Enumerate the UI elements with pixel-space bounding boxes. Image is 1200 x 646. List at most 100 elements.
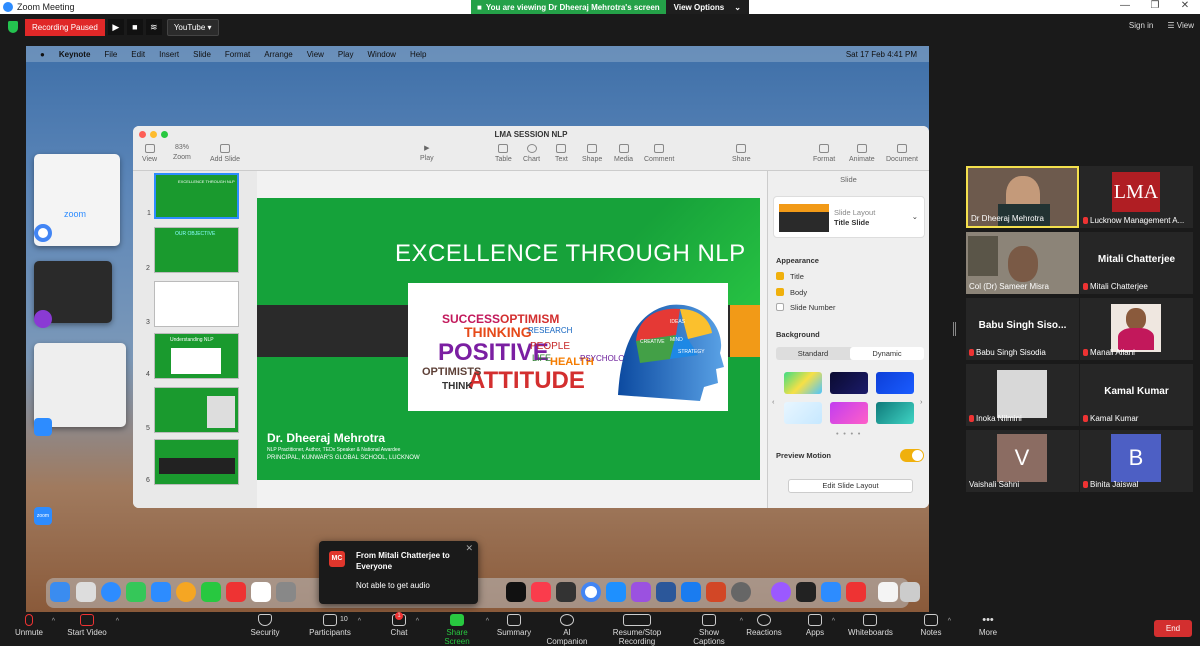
tool-zoom[interactable]: 83% Zoom bbox=[173, 144, 191, 161]
tool-view[interactable]: View bbox=[142, 144, 157, 163]
menu-window[interactable]: Window bbox=[367, 50, 395, 59]
recording-control-button[interactable]: Resume/Stop Recording bbox=[596, 614, 678, 646]
participant-tile[interactable]: Mitali Chatterjee Mitali Chatterjee bbox=[1080, 232, 1193, 294]
messages-icon[interactable] bbox=[126, 582, 146, 602]
play-recording-button[interactable]: ▶ bbox=[107, 19, 124, 35]
preview-motion-toggle[interactable] bbox=[900, 449, 924, 462]
slide-thumbnail-6[interactable]: 6 bbox=[146, 439, 239, 485]
app-icon[interactable] bbox=[34, 310, 52, 328]
tool-add-slide[interactable]: Add Slide bbox=[210, 144, 240, 163]
settings-icon[interactable] bbox=[731, 582, 751, 602]
tool-format[interactable]: Format bbox=[813, 144, 835, 163]
whiteboards-button[interactable]: Whiteboards bbox=[848, 614, 893, 637]
tool-table[interactable]: Table bbox=[495, 144, 512, 163]
chrome-dock-icon[interactable] bbox=[581, 582, 601, 602]
launchpad-icon[interactable] bbox=[76, 582, 96, 602]
slide-thumbnail-3[interactable]: 3 bbox=[146, 281, 239, 327]
swatch-3[interactable] bbox=[876, 372, 914, 394]
maximize-button[interactable]: ❐ bbox=[1140, 0, 1170, 11]
participant-tile[interactable]: Kamal Kumar Kamal Kumar bbox=[1080, 364, 1193, 426]
slide-thumbnail-5[interactable]: 5 bbox=[146, 387, 239, 433]
menu-format[interactable]: Format bbox=[225, 50, 250, 59]
dynamic-tab[interactable]: Dynamic bbox=[850, 347, 924, 360]
slide-word-cloud-image[interactable]: SUCCESS OPTIMISM THINKING POSITIVE ATTIT… bbox=[408, 283, 728, 411]
menu-app[interactable]: Keynote bbox=[59, 50, 91, 59]
chevron-right-icon[interactable]: › bbox=[920, 397, 923, 406]
swatch-4[interactable] bbox=[784, 402, 822, 424]
sign-in-link[interactable]: Sign in bbox=[1129, 21, 1153, 30]
title-checkbox[interactable] bbox=[776, 272, 784, 280]
zoom-dock-icon[interactable]: zoom bbox=[34, 507, 52, 525]
app-red-2-icon[interactable] bbox=[846, 582, 866, 602]
music-icon[interactable] bbox=[531, 582, 551, 602]
show-captions-button[interactable]: Show Captions ^ bbox=[684, 614, 743, 646]
slide-number-checkbox[interactable] bbox=[776, 303, 784, 311]
menu-play[interactable]: Play bbox=[338, 50, 354, 59]
tool-play[interactable]: ▶ Play bbox=[420, 144, 434, 162]
powerpoint-icon[interactable] bbox=[706, 582, 726, 602]
notes-button[interactable]: Notes ^ bbox=[920, 614, 951, 637]
photos-icon[interactable] bbox=[176, 582, 196, 602]
menu-slide[interactable]: Slide bbox=[193, 50, 211, 59]
tool-animate[interactable]: Animate bbox=[849, 144, 875, 163]
chat-notification[interactable]: MC From Mitali Chatterjee to Everyone No… bbox=[319, 541, 478, 604]
tool-chart[interactable]: Chart bbox=[523, 144, 540, 163]
swatch-6[interactable] bbox=[876, 402, 914, 424]
tool-share[interactable]: Share bbox=[732, 144, 751, 163]
ai-companion-button[interactable]: AI Companion bbox=[542, 614, 592, 646]
swatch-1[interactable] bbox=[784, 372, 822, 394]
participant-tile[interactable]: B Binita Jaiswal bbox=[1080, 430, 1193, 492]
minimize-button[interactable]: — bbox=[1110, 0, 1140, 11]
gallery-resize-handle[interactable] bbox=[953, 322, 956, 336]
slide-thumbnail-4[interactable]: Understanding NLP 4 bbox=[146, 333, 239, 379]
preview-icon[interactable] bbox=[878, 582, 898, 602]
stop-recording-button[interactable]: ■ bbox=[126, 19, 143, 35]
summary-button[interactable]: Summary bbox=[496, 614, 532, 637]
swatch-5[interactable] bbox=[830, 402, 868, 424]
menu-arrange[interactable]: Arrange bbox=[264, 50, 292, 59]
participant-tile[interactable]: LMA Lucknow Management A... bbox=[1080, 166, 1193, 228]
app-red-icon[interactable] bbox=[226, 582, 246, 602]
participants-button[interactable]: Participants 10 ^ bbox=[308, 614, 361, 637]
slide-canvas[interactable]: EXCELLENCE THROUGH NLP SUCCESS OPTIMISM … bbox=[257, 198, 760, 480]
swatch-2[interactable] bbox=[830, 372, 868, 394]
calculator-icon[interactable] bbox=[276, 582, 296, 602]
apple-icon[interactable]: ● bbox=[40, 50, 45, 59]
page-dots[interactable]: • • • • bbox=[836, 429, 862, 438]
calendar-icon[interactable] bbox=[251, 582, 271, 602]
participant-tile[interactable]: Col (Dr) Sameer Misra bbox=[966, 232, 1079, 294]
word-icon[interactable] bbox=[656, 582, 676, 602]
mail-dock-icon[interactable] bbox=[151, 582, 171, 602]
keynote-dock-icon[interactable] bbox=[606, 582, 626, 602]
menu-insert[interactable]: Insert bbox=[159, 50, 179, 59]
reactions-button[interactable]: Reactions bbox=[746, 614, 782, 637]
app-store-icon[interactable] bbox=[681, 582, 701, 602]
more-button[interactable]: ••• More bbox=[977, 614, 999, 637]
slide-thumbnail-2[interactable]: OUR OBJECTIVE 2 bbox=[146, 227, 239, 273]
finder-icon[interactable] bbox=[50, 582, 70, 602]
slide-thumbnail-1[interactable]: EXCELLENCE THROUGH NLP 1 bbox=[147, 173, 239, 219]
tool-document[interactable]: Document bbox=[886, 144, 918, 163]
start-video-button[interactable]: Start Video ^ bbox=[64, 614, 119, 637]
podcasts-icon[interactable] bbox=[631, 582, 651, 602]
participant-tile[interactable]: Manali Ailani bbox=[1080, 298, 1193, 360]
apps-button[interactable]: Apps ^ bbox=[804, 614, 835, 637]
view-options-button[interactable]: View Options ⌄ bbox=[665, 0, 749, 14]
tool-comment[interactable]: Comment bbox=[644, 144, 674, 163]
youtube-dropdown[interactable]: YouTube ▾ bbox=[166, 18, 219, 36]
menu-help[interactable]: Help bbox=[410, 50, 426, 59]
terminal-icon[interactable] bbox=[796, 582, 816, 602]
app-dark-icon[interactable] bbox=[556, 582, 576, 602]
standard-tab[interactable]: Standard bbox=[776, 347, 850, 360]
unmute-button[interactable]: Unmute ^ bbox=[12, 614, 55, 637]
chevron-left-icon[interactable]: ‹ bbox=[772, 397, 775, 406]
close-icon[interactable]: ✕ bbox=[465, 543, 473, 554]
tool-text[interactable]: Text bbox=[555, 144, 568, 163]
apple-tv-icon[interactable] bbox=[506, 582, 526, 602]
messenger-icon[interactable] bbox=[771, 582, 791, 602]
close-button[interactable]: ✕ bbox=[1170, 0, 1200, 11]
chrome-icon[interactable] bbox=[34, 224, 52, 242]
zoom-app-icon[interactable] bbox=[821, 582, 841, 602]
view-button[interactable]: ☰ View bbox=[1167, 21, 1194, 30]
trash-icon[interactable] bbox=[900, 582, 920, 602]
